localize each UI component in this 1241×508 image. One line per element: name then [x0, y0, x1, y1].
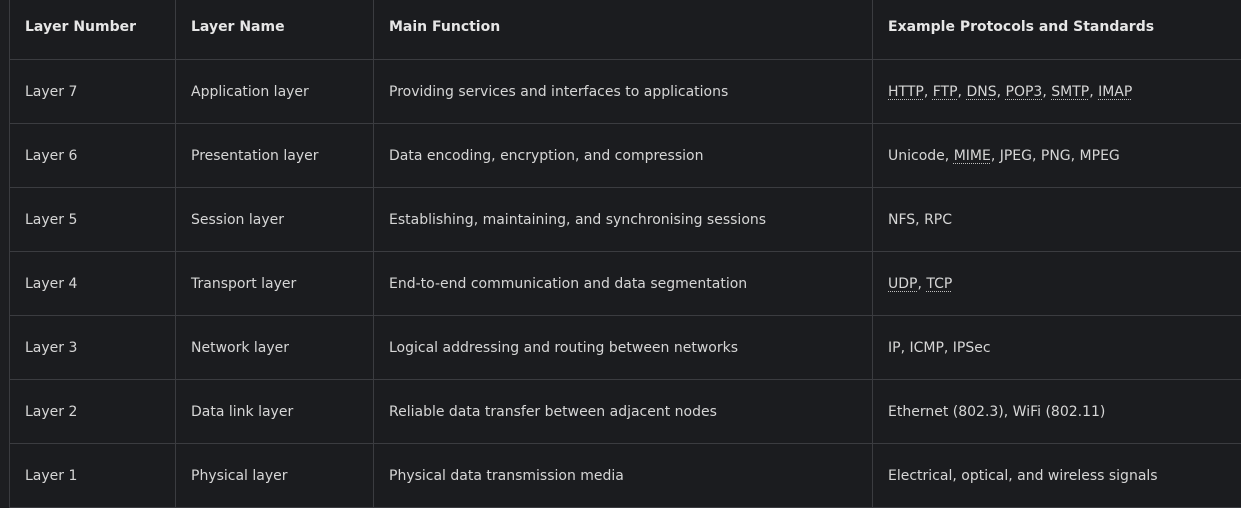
protocol-abbreviation[interactable]: MIME [954, 148, 991, 164]
main-function-cell: Establishing, maintaining, and synchroni… [374, 188, 873, 252]
main-function-cell: Data encoding, encryption, and compressi… [374, 124, 873, 188]
layer-name-cell: Physical layer [176, 444, 374, 508]
table-body: Layer 7Application layerProviding servic… [10, 60, 1241, 508]
table-row: Layer 2Data link layerReliable data tran… [10, 380, 1241, 444]
header-main-function: Main Function [374, 0, 873, 60]
table-row: Layer 1Physical layerPhysical data trans… [10, 444, 1241, 508]
protocol-abbreviation[interactable]: SMTP [1051, 84, 1089, 100]
layer-number-cell: Layer 6 [10, 124, 176, 188]
osi-layers-table: Layer Number Layer Name Main Function Ex… [9, 0, 1241, 508]
protocol-text: , [997, 84, 1006, 100]
layer-name-cell: Data link layer [176, 380, 374, 444]
protocol-text: NFS, RPC [888, 212, 952, 228]
protocols-cell: Electrical, optical, and wireless signal… [873, 444, 1241, 508]
protocol-text: , [1089, 84, 1098, 100]
table-row: Layer 3Network layerLogical addressing a… [10, 316, 1241, 380]
table-container: Layer Number Layer Name Main Function Ex… [9, 0, 1241, 508]
layer-name-cell: Presentation layer [176, 124, 374, 188]
layer-number-cell: Layer 2 [10, 380, 176, 444]
table-row: Layer 6Presentation layerData encoding, … [10, 124, 1241, 188]
table-header: Layer Number Layer Name Main Function Ex… [10, 0, 1241, 60]
header-row: Layer Number Layer Name Main Function Ex… [10, 0, 1241, 60]
protocol-abbreviation[interactable]: TCP [926, 276, 952, 292]
header-layer-number: Layer Number [10, 0, 176, 60]
protocol-text: IP, ICMP, IPSec [888, 340, 991, 356]
layer-name-cell: Network layer [176, 316, 374, 380]
layer-name-cell: Session layer [176, 188, 374, 252]
main-function-cell: Reliable data transfer between adjacent … [374, 380, 873, 444]
layer-number-cell: Layer 3 [10, 316, 176, 380]
protocol-text: , [1042, 84, 1051, 100]
protocols-cell: Ethernet (802.3), WiFi (802.11) [873, 380, 1241, 444]
protocol-text: , [924, 84, 933, 100]
layer-number-cell: Layer 4 [10, 252, 176, 316]
layer-name-cell: Application layer [176, 60, 374, 124]
protocols-cell: HTTP, FTP, DNS, POP3, SMTP, IMAP [873, 60, 1241, 124]
protocol-abbreviation[interactable]: FTP [933, 84, 958, 100]
protocols-cell: UDP, TCP [873, 252, 1241, 316]
protocol-abbreviation[interactable]: UDP [888, 276, 917, 292]
header-layer-name: Layer Name [176, 0, 374, 60]
table-row: Layer 4Transport layerEnd-to-end communi… [10, 252, 1241, 316]
layer-number-cell: Layer 5 [10, 188, 176, 252]
main-function-cell: End-to-end communication and data segmen… [374, 252, 873, 316]
layer-number-cell: Layer 7 [10, 60, 176, 124]
layer-number-cell: Layer 1 [10, 444, 176, 508]
layer-name-cell: Transport layer [176, 252, 374, 316]
protocol-text: , JPEG, PNG, MPEG [991, 148, 1120, 164]
main-function-cell: Logical addressing and routing between n… [374, 316, 873, 380]
protocols-cell: NFS, RPC [873, 188, 1241, 252]
protocols-cell: Unicode, MIME, JPEG, PNG, MPEG [873, 124, 1241, 188]
header-example-protocols: Example Protocols and Standards [873, 0, 1241, 60]
protocol-text: Ethernet (802.3), WiFi (802.11) [888, 404, 1105, 420]
protocol-abbreviation[interactable]: DNS [966, 84, 996, 100]
protocols-cell: IP, ICMP, IPSec [873, 316, 1241, 380]
table-row: Layer 7Application layerProviding servic… [10, 60, 1241, 124]
protocol-abbreviation[interactable]: POP3 [1006, 84, 1043, 100]
main-function-cell: Providing services and interfaces to app… [374, 60, 873, 124]
protocol-abbreviation[interactable]: IMAP [1098, 84, 1132, 100]
protocol-text: Unicode, [888, 148, 954, 164]
protocol-text: Electrical, optical, and wireless signal… [888, 468, 1158, 484]
main-function-cell: Physical data transmission media [374, 444, 873, 508]
protocol-abbreviation[interactable]: HTTP [888, 84, 924, 100]
table-row: Layer 5Session layerEstablishing, mainta… [10, 188, 1241, 252]
